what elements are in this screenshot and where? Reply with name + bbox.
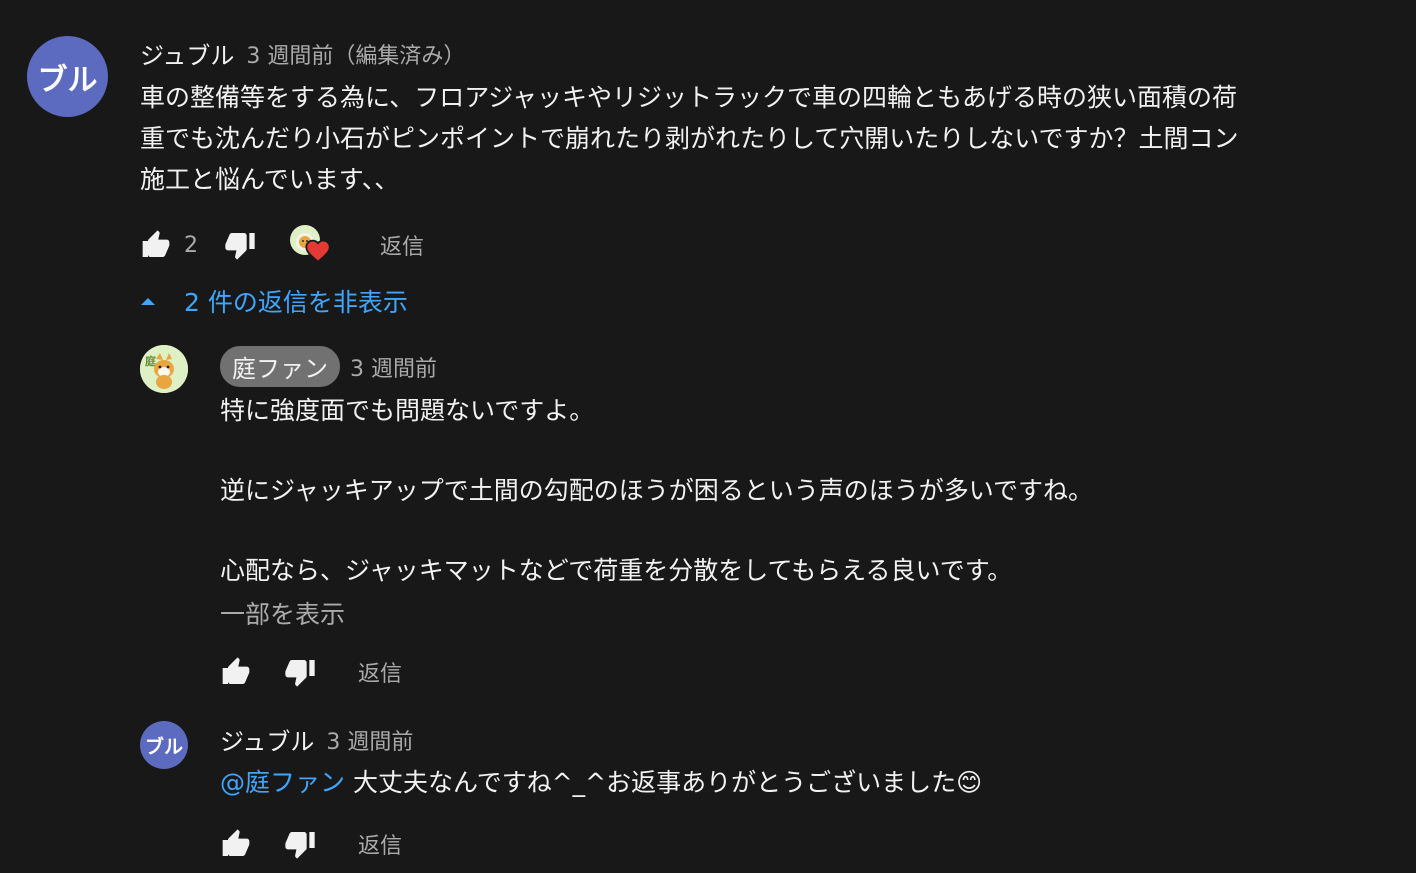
reply-author-avatar[interactable]: 庭	[140, 345, 188, 393]
comment-header: ジュブル 3 週間前（編集済み）	[140, 36, 465, 71]
like-count: 2	[184, 232, 198, 258]
comment-body: 車の整備等をする為に、フロアジャッキやリジットラックで車の四輪ともあげる時の狭い…	[140, 77, 1239, 200]
thumbs-up-icon	[142, 230, 170, 257]
like-button[interactable]	[218, 654, 254, 690]
avatar-initials: ブル	[144, 735, 183, 758]
creator-heart	[290, 225, 331, 265]
reply-line	[220, 511, 1093, 551]
thumbs-down-icon	[225, 233, 255, 260]
reply-text: 大丈夫なんですね^_^お返事ありがとうございました😊	[345, 768, 983, 797]
reply-header: 庭ファン 3 週間前	[220, 346, 437, 387]
author-avatar[interactable]: ブル	[27, 36, 108, 117]
dislike-button[interactable]	[282, 826, 318, 862]
thumbs-up-icon	[222, 657, 250, 684]
like-button[interactable]	[218, 826, 254, 862]
reply-body: @庭ファン 大丈夫なんですね^_^お返事ありがとうございました😊	[220, 762, 982, 803]
thumbs-down-icon	[285, 660, 315, 687]
reply-line	[220, 431, 1093, 471]
dislike-button[interactable]	[222, 227, 258, 263]
comment-time[interactable]: 3 週間前（編集済み）	[246, 38, 465, 70]
like-button[interactable]	[138, 227, 174, 263]
reply-actions: 返信	[218, 824, 402, 864]
reply-body: 特に強度面でも問題ないですよ。 逆にジャッキアップで土間の勾配のほうが困るという…	[220, 391, 1093, 591]
comment-line: 重でも沈んだり小石がピンポイントで崩れたり剥がれたりして穴開いたりしないですか？…	[140, 124, 1239, 153]
comment-actions: 2 返信	[138, 225, 424, 265]
show-less-button[interactable]: 一部を表示	[220, 594, 345, 635]
hide-replies-label: 2 件の返信を非表示	[184, 288, 408, 317]
svg-text:庭: 庭	[145, 354, 156, 368]
avatar-initials: ブル	[37, 62, 98, 98]
reply-header: ジュブル 3 週間前	[220, 722, 413, 757]
reply-line: 特に強度面でも問題ないですよ。	[220, 396, 595, 425]
reply-button[interactable]: 返信	[358, 656, 402, 688]
reply-time[interactable]: 3 週間前	[350, 351, 437, 383]
comment-line: 施工と悩んでいます、、	[140, 165, 400, 194]
thumbs-down-icon	[285, 832, 315, 859]
reply-author-avatar[interactable]: ブル	[140, 721, 188, 769]
mention-link[interactable]: @庭ファン	[220, 768, 345, 797]
author-name[interactable]: ジュブル	[140, 36, 234, 71]
thumbs-up-icon	[222, 829, 250, 856]
reply-line: 逆にジャッキアップで土間の勾配のほうが困るという声のほうが多いですね。	[220, 476, 1094, 505]
reply-button[interactable]: 返信	[358, 828, 402, 860]
reply-time[interactable]: 3 週間前	[326, 724, 413, 756]
shiba-avatar-icon: 庭	[140, 345, 188, 393]
heart-icon	[305, 239, 331, 263]
author-name[interactable]: ジュブル	[220, 722, 314, 757]
caret-up-icon	[141, 298, 155, 305]
reply-actions: 返信	[218, 652, 402, 692]
reply-line: 心配なら、ジャッキマットなどで荷重を分散をしてもらえる良いです。	[220, 556, 1013, 585]
comment-line: 車の整備等をする為に、フロアジャッキやリジットラックで車の四輪ともあげる時の狭い…	[140, 83, 1238, 112]
hide-replies-button[interactable]: 2 件の返信を非表示	[140, 283, 408, 319]
owner-badge[interactable]: 庭ファン	[220, 346, 340, 387]
dislike-button[interactable]	[282, 654, 318, 690]
reply-button[interactable]: 返信	[380, 229, 424, 261]
